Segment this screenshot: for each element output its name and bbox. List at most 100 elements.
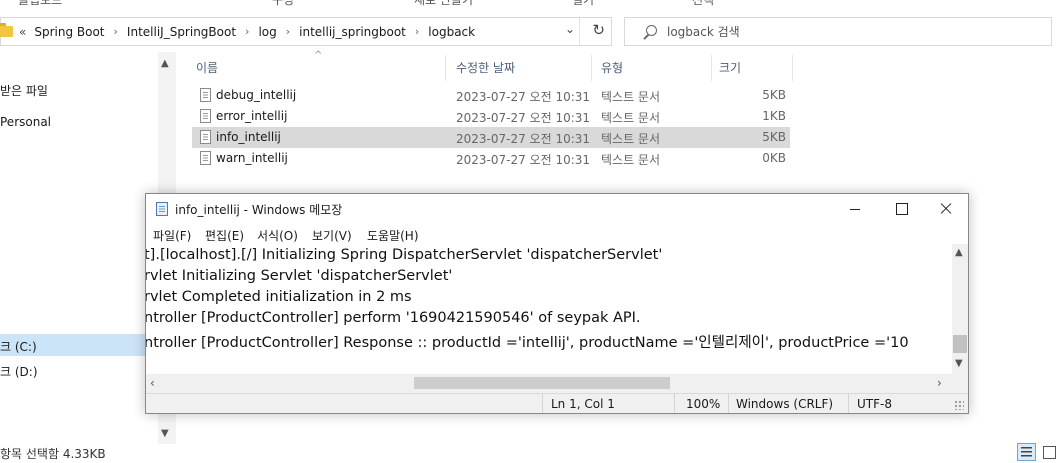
file-row[interactable]: debug_intellij 2023-07-27 오전 10:31 텍스트 문…: [192, 85, 790, 106]
file-type: 텍스트 문서: [601, 90, 661, 104]
navigation-pane: 받은 파일 Personal 크 (C:) 크 (D:): [0, 52, 160, 452]
vertical-scroll-thumb[interactable]: [953, 335, 967, 353]
encoding: UTF-8: [857, 397, 892, 411]
ribbon-tab-organize[interactable]: 구성: [272, 0, 294, 8]
breadcrumb-separator-icon[interactable]: ›: [286, 25, 290, 38]
file-size: 5KB: [762, 130, 786, 144]
breadcrumb-logback[interactable]: logback: [426, 22, 477, 42]
notepad-menubar: 파일(F) 편집(E) 서식(O) 보기(V) 도움말(H): [146, 224, 968, 244]
search-icon: [641, 24, 657, 40]
file-date: 2023-07-27 오전 10:31: [456, 132, 591, 146]
file-size: 0KB: [762, 151, 786, 165]
menu-view[interactable]: 보기(V): [312, 227, 352, 244]
scroll-down-icon[interactable]: ▼: [955, 358, 963, 369]
menu-help[interactable]: 도움말(H): [367, 227, 419, 244]
breadcrumb-separator-icon[interactable]: ›: [415, 25, 419, 38]
address-divider: [579, 18, 580, 45]
horizontal-scroll-thumb[interactable]: [414, 377, 670, 389]
text-file-icon: [200, 151, 211, 165]
status-divider: [674, 394, 675, 413]
file-size: 5KB: [762, 88, 786, 102]
file-row-selected[interactable]: info_intellij 2023-07-27 오전 10:31 텍스트 문서…: [192, 127, 790, 148]
chevron-down-icon[interactable]: ⌄: [565, 22, 575, 36]
column-header-name[interactable]: 이름: [192, 55, 446, 81]
file-size: 1KB: [762, 109, 786, 123]
scroll-up-icon[interactable]: ▲: [161, 58, 169, 69]
file-type: 텍스트 문서: [601, 153, 661, 167]
refresh-icon[interactable]: ↻: [592, 21, 605, 39]
status-divider: [728, 394, 729, 413]
log-line: t].[localhost].[/] Initializing Spring D…: [146, 247, 663, 263]
column-header-date[interactable]: 수정한 날짜: [450, 55, 592, 81]
status-divider: [848, 394, 849, 413]
notepad-titlebar[interactable]: info_intellij - Windows 메모장: [146, 194, 968, 224]
column-header-type[interactable]: 유형: [594, 55, 712, 81]
file-row[interactable]: warn_intellij 2023-07-27 오전 10:31 텍스트 문서…: [192, 148, 790, 169]
file-name: debug_intellij: [216, 88, 297, 102]
cursor-position: Ln 1, Col 1: [551, 397, 615, 411]
vertical-scrollbar[interactable]: ▲ ▼: [952, 244, 968, 374]
nav-item-received-files[interactable]: 받은 파일: [0, 82, 48, 99]
column-header-size[interactable]: 크기: [713, 55, 793, 81]
folder-icon: [0, 23, 13, 37]
close-button[interactable]: [923, 194, 968, 224]
log-line: ntroller [ProductController] Response ::…: [146, 335, 909, 351]
file-name: warn_intellij: [216, 151, 288, 165]
nav-item-drive-c[interactable]: 크 (C:): [0, 334, 148, 356]
breadcrumb-spring-boot[interactable]: Spring Boot: [32, 22, 106, 42]
scroll-left-icon[interactable]: ‹: [150, 376, 155, 390]
breadcrumb-log[interactable]: log: [256, 22, 278, 42]
ribbon-tab-clipboard[interactable]: 클립보드: [18, 0, 62, 8]
nav-item-drive-d[interactable]: 크 (D:): [0, 363, 38, 380]
text-file-icon: [200, 130, 211, 144]
horizontal-scrollbar[interactable]: ‹ ›: [146, 374, 952, 392]
breadcrumb-separator-icon[interactable]: ›: [114, 25, 118, 38]
maximize-button[interactable]: [878, 194, 924, 224]
notepad-window: info_intellij - Windows 메모장 파일(F) 편집(E) …: [145, 193, 969, 414]
log-line: rvlet Completed initialization in 2 ms: [146, 289, 412, 305]
menu-edit[interactable]: 편집(E): [205, 227, 244, 244]
large-icons-view-icon[interactable]: [1040, 443, 1059, 461]
scroll-up-icon[interactable]: ▲: [955, 247, 963, 258]
ribbon-strip: 클립보드 구성 새로 만들기 열기 선택: [0, 0, 1060, 8]
breadcrumb-intellij-springboot-folder[interactable]: intellij_springboot: [297, 22, 408, 42]
breadcrumb-separator-icon[interactable]: ›: [245, 25, 249, 38]
notepad-app-icon: [156, 202, 168, 216]
resize-grip-icon[interactable]: [954, 400, 964, 410]
ribbon-tab-new[interactable]: 새로 만들기: [414, 0, 473, 8]
ribbon-tab-select[interactable]: 선택: [692, 0, 714, 8]
file-date: 2023-07-27 오전 10:31: [456, 90, 591, 104]
search-input[interactable]: logback 검색: [667, 23, 740, 40]
breadcrumb-overflow-icon[interactable]: «: [19, 25, 26, 39]
file-name: info_intellij: [216, 130, 281, 144]
status-divider: [542, 394, 543, 413]
text-file-icon: [200, 109, 211, 123]
log-line: rvlet Initializing Servlet 'dispatcherSe…: [146, 268, 453, 284]
notepad-text-area[interactable]: t].[localhost].[/] Initializing Spring D…: [146, 244, 952, 374]
file-type: 텍스트 문서: [601, 132, 661, 146]
minimize-button[interactable]: [832, 194, 878, 224]
line-ending: Windows (CRLF): [736, 397, 834, 411]
log-line: ntroller [ProductController] perform '16…: [146, 310, 641, 326]
notepad-title: info_intellij - Windows 메모장: [175, 203, 343, 217]
scroll-right-icon[interactable]: ›: [937, 376, 942, 390]
address-bar[interactable]: « Spring Boot › IntelliJ_SpringBoot › lo…: [0, 17, 612, 46]
zoom-level: 100%: [686, 397, 721, 411]
file-date: 2023-07-27 오전 10:31: [456, 153, 591, 167]
file-name: error_intellij: [216, 109, 288, 123]
text-file-icon: [200, 88, 211, 102]
menu-format[interactable]: 서식(O): [257, 227, 298, 244]
scroll-down-icon[interactable]: ▼: [161, 428, 169, 439]
file-list: ^ 이름 수정한 날짜 유형 크기 debug_intellij 2023-07…: [192, 50, 812, 192]
file-type: 텍스트 문서: [601, 111, 661, 125]
file-row[interactable]: error_intellij 2023-07-27 오전 10:31 텍스트 문…: [192, 106, 790, 127]
ribbon-tab-open[interactable]: 열기: [572, 0, 594, 8]
explorer-status-text: 항목 선택함 4.33KB: [0, 447, 106, 461]
breadcrumb-intellij-springboot[interactable]: IntelliJ_SpringBoot: [125, 22, 238, 42]
menu-file[interactable]: 파일(F): [153, 227, 191, 244]
search-box[interactable]: logback 검색: [624, 17, 1052, 46]
notepad-status-bar: Ln 1, Col 1 100% Windows (CRLF) UTF-8: [146, 393, 968, 413]
details-view-icon[interactable]: [1017, 443, 1036, 461]
nav-item-personal[interactable]: Personal: [0, 115, 51, 129]
file-date: 2023-07-27 오전 10:31: [456, 111, 591, 125]
